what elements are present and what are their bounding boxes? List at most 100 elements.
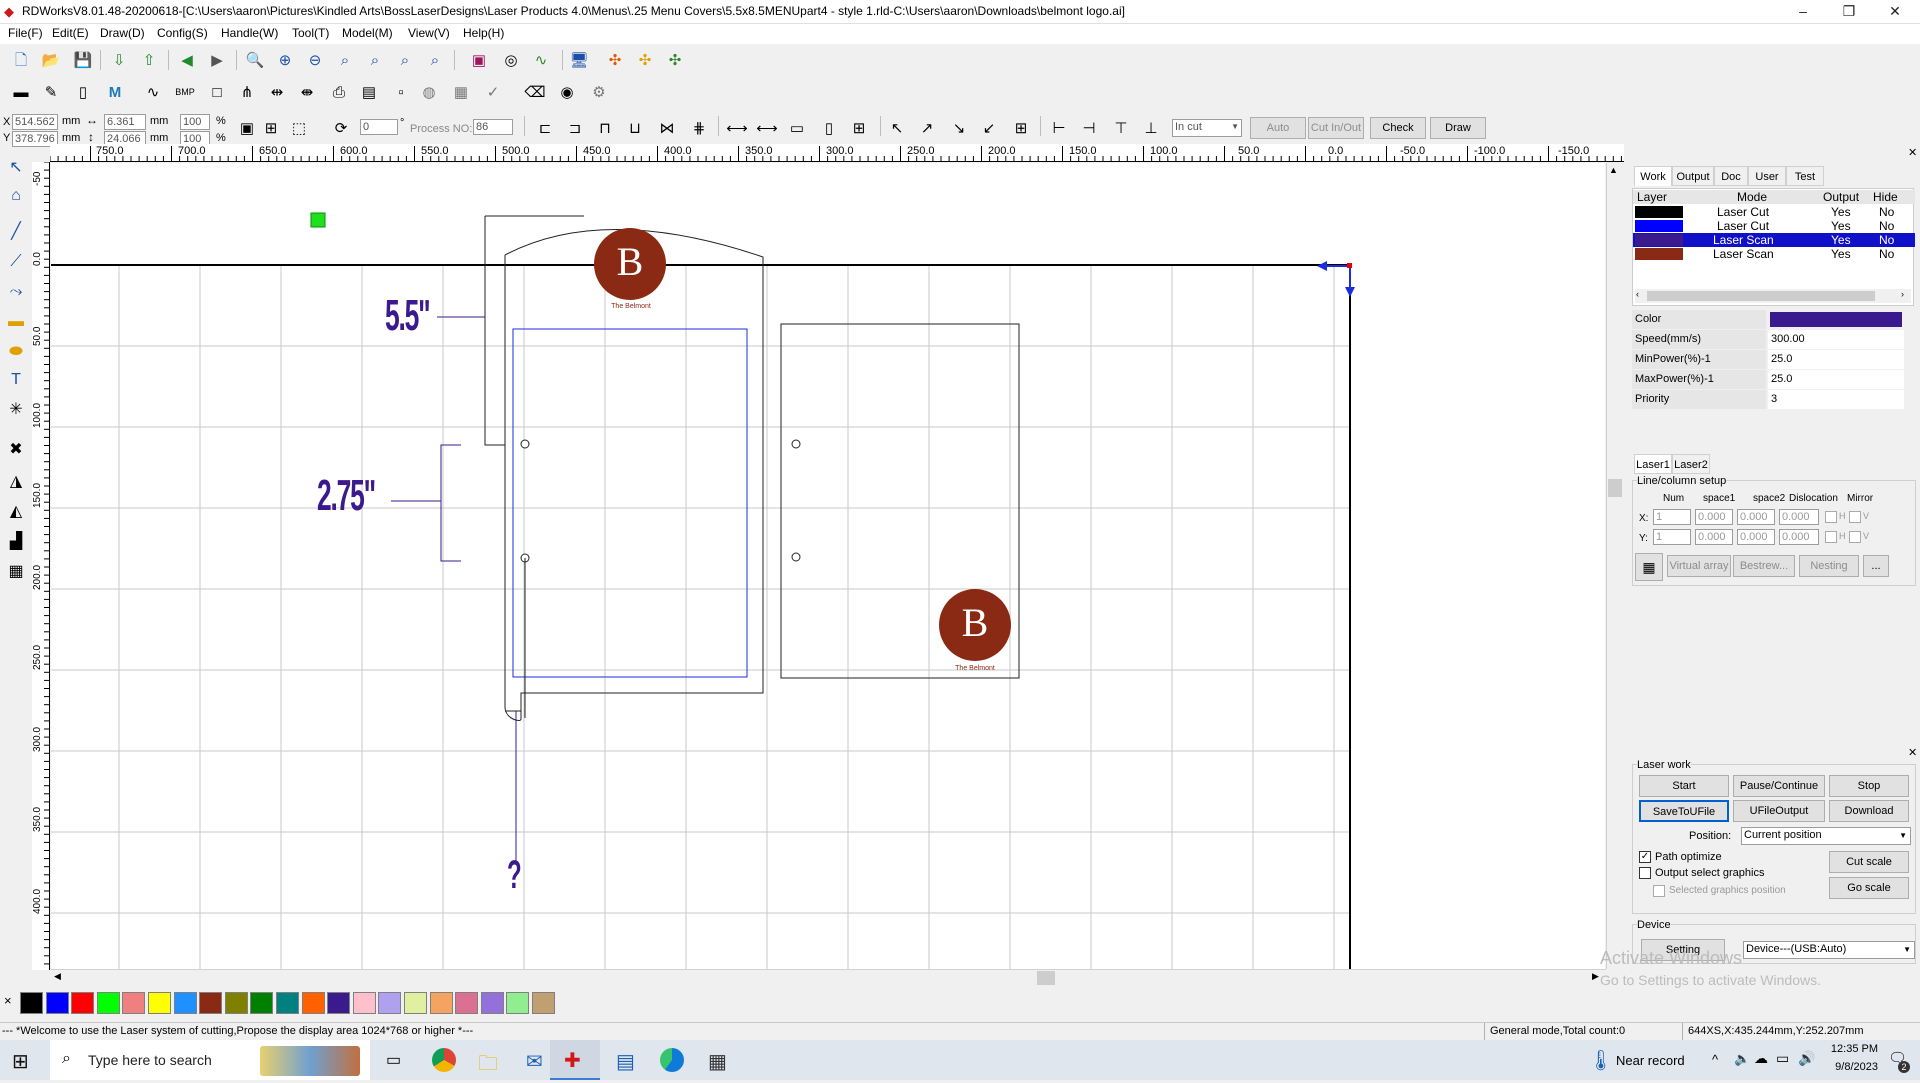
menu-tool[interactable]: Tool(T) xyxy=(292,26,329,40)
layer-mode[interactable]: Laser Cut xyxy=(1717,219,1769,233)
scroll-up-icon[interactable]: ▲ xyxy=(1609,165,1618,175)
tab-test[interactable]: Test xyxy=(1786,166,1824,186)
layer-row-selected[interactable]: Laser Scan Yes No xyxy=(1633,233,1915,247)
zoom-out-icon[interactable]: ⊖ xyxy=(304,49,326,71)
tab-work[interactable]: Work xyxy=(1634,166,1672,186)
monitor-icon[interactable]: 🖥 xyxy=(568,49,590,71)
dock-bottom-icon[interactable]: ⊥ xyxy=(1140,117,1162,139)
grid-select-icon[interactable]: ▦ xyxy=(450,81,472,103)
node-icon[interactable]: ⋔ xyxy=(236,81,258,103)
word-icon[interactable]: ▤ xyxy=(616,1049,635,1074)
array-icon-1[interactable]: ✣ xyxy=(604,49,626,71)
dock-right-icon[interactable]: ⊣ xyxy=(1078,117,1100,139)
menu-edit[interactable]: Edit(E) xyxy=(52,26,89,40)
download-button[interactable]: Download xyxy=(1829,800,1909,822)
array-y-space2-input[interactable]: 0.000 xyxy=(1737,529,1775,545)
min-power-input[interactable]: 25.0 xyxy=(1768,350,1904,369)
equal-size-icon[interactable]: ▭ xyxy=(786,117,808,139)
go-scale-button[interactable]: Go scale xyxy=(1829,877,1909,899)
calculator-icon[interactable]: ▦ xyxy=(708,1049,727,1074)
palette-color-swatch[interactable] xyxy=(250,992,274,1014)
image-tool-icon[interactable]: ▟ xyxy=(4,530,28,554)
start-button[interactable]: Start xyxy=(1639,775,1729,797)
palette-close-icon[interactable]: × xyxy=(4,993,12,1008)
path-optimize-checkbox[interactable]: ✓ xyxy=(1639,851,1651,863)
close-button[interactable]: ✕ xyxy=(1872,0,1918,24)
layer-hide[interactable]: No xyxy=(1879,219,1894,233)
dimension-label-2-75[interactable]: 2.75" xyxy=(317,471,376,521)
palette-color-swatch[interactable] xyxy=(96,992,120,1014)
auto-button[interactable]: Auto xyxy=(1250,117,1306,139)
palette-color-swatch[interactable] xyxy=(327,992,351,1014)
tab-output[interactable]: Output xyxy=(1672,166,1714,186)
ufile-output-button[interactable]: UFileOutput xyxy=(1733,800,1825,822)
grid-position-icon[interactable]: ⊞ xyxy=(260,117,282,139)
mirror-h-icon[interactable]: ◮ xyxy=(4,470,28,494)
edge-icon[interactable] xyxy=(660,1048,684,1072)
ellipse-tool-icon[interactable]: ⬬ xyxy=(4,340,28,364)
zoom-window-icon[interactable]: ⌕ xyxy=(424,49,446,71)
selected-position-checkbox[interactable] xyxy=(1653,885,1665,897)
array-tool-icon[interactable]: ▦ xyxy=(4,560,28,584)
belmont-logo-top[interactable]: B xyxy=(594,228,666,300)
rect-icon[interactable]: □ xyxy=(206,81,228,103)
windows-start-icon[interactable]: ⊞ xyxy=(12,1049,29,1074)
mail-icon[interactable]: ✉ xyxy=(526,1049,543,1074)
palette-color-swatch[interactable] xyxy=(148,992,171,1014)
output-select-checkbox[interactable] xyxy=(1639,867,1651,879)
zoom-page-icon[interactable]: ⌕ xyxy=(334,49,356,71)
delete-tool-icon[interactable]: ✖ xyxy=(4,438,28,462)
width-input[interactable]: 6.361 xyxy=(104,114,146,130)
line-tool-icon[interactable]: ╱ xyxy=(4,220,28,244)
eraser-icon[interactable]: ⌫ xyxy=(524,81,546,103)
virtual-array-button[interactable]: Virtual array xyxy=(1667,555,1731,577)
palette-color-swatch[interactable] xyxy=(301,992,325,1014)
scroll-left-icon[interactable]: ◀ xyxy=(54,971,61,982)
palette-color-swatch[interactable] xyxy=(480,992,504,1014)
menu-config[interactable]: Config(S) xyxy=(157,26,208,40)
palette-color-swatch[interactable] xyxy=(378,992,402,1014)
cloud-icon[interactable]: ☁ xyxy=(1754,1050,1768,1067)
layer-scroll-thumb[interactable] xyxy=(1647,291,1875,301)
nesting-button[interactable]: Nesting xyxy=(1799,555,1859,577)
bmp-icon[interactable]: BMP xyxy=(174,81,196,103)
scroll-right-icon[interactable]: ▶ xyxy=(1592,971,1599,982)
path-icon[interactable]: ∿ xyxy=(530,49,552,71)
menu-help[interactable]: Help(H) xyxy=(463,26,504,40)
layer-hide[interactable]: No xyxy=(1879,233,1894,247)
menu-draw[interactable]: Draw(D) xyxy=(100,26,145,40)
tab-laser1[interactable]: Laser1 xyxy=(1634,454,1672,474)
layer-mode[interactable]: Laser Cut xyxy=(1717,205,1769,219)
array-x-mirror-h-checkbox[interactable] xyxy=(1825,511,1837,523)
eye-icon[interactable]: ◉ xyxy=(556,81,578,103)
dock-left-icon[interactable]: ⊢ xyxy=(1048,117,1070,139)
measure-icon[interactable]: ⇹ xyxy=(266,81,288,103)
align-bottom-icon[interactable]: ⊔ xyxy=(624,117,646,139)
select-arrow-icon[interactable]: ↖ xyxy=(4,156,28,180)
array-x-num-input[interactable]: 1 xyxy=(1653,509,1691,525)
scroll-thumb-v[interactable] xyxy=(1608,479,1622,497)
x-coordinate-input[interactable]: 514.562 xyxy=(12,114,58,130)
layer-mode[interactable]: Laser Scan xyxy=(1713,233,1774,247)
shade-icon[interactable]: ◍ xyxy=(418,81,440,103)
menu-file[interactable]: File(F) xyxy=(8,26,43,40)
move-topleft-icon[interactable]: ↖ xyxy=(886,117,908,139)
hole-circle[interactable] xyxy=(791,552,801,562)
open-folder-icon[interactable]: 📂 xyxy=(40,49,62,71)
tab-user[interactable]: User xyxy=(1748,166,1786,186)
menu-handle[interactable]: Handle(W) xyxy=(221,26,278,40)
export-icon[interactable]: ⇧ xyxy=(138,49,160,71)
palette-color-swatch[interactable] xyxy=(173,992,197,1014)
design-canvas[interactable]: 5.5" 2.75" ? B The Belmont B The Belmont xyxy=(51,163,1605,969)
undo-icon[interactable]: ◀ xyxy=(176,49,198,71)
layer-hide[interactable]: No xyxy=(1879,247,1894,261)
array-icon-3[interactable]: ✣ xyxy=(664,49,686,71)
magic-wand-icon[interactable]: ✎ xyxy=(40,81,62,103)
new-file-icon[interactable]: 🗋 xyxy=(10,49,32,71)
tab-doc[interactable]: Doc xyxy=(1714,166,1748,186)
priority-input[interactable]: 3 xyxy=(1768,390,1904,409)
move-bottomleft-icon[interactable]: ↙ xyxy=(978,117,1000,139)
layer-output[interactable]: Yes xyxy=(1831,247,1851,261)
task-view-icon[interactable]: ▭ xyxy=(386,1050,401,1070)
target-icon[interactable]: ◎ xyxy=(500,49,522,71)
